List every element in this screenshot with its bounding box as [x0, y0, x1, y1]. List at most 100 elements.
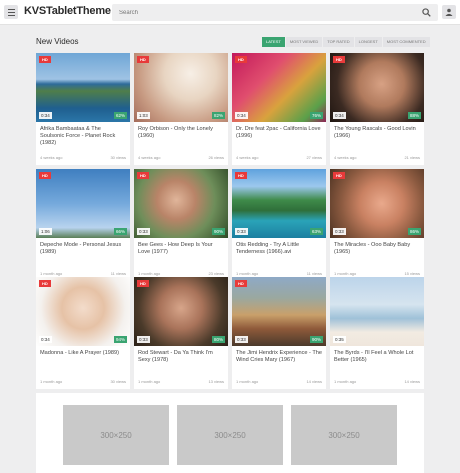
video-age: 1 month ago [40, 271, 63, 276]
video-thumbnail[interactable]: 0:35 [330, 277, 424, 346]
ad-banner[interactable]: 300×250 [63, 405, 169, 465]
video-rating: 63% [309, 228, 323, 235]
video-duration: 0:35 [333, 336, 346, 343]
video-thumbnail[interactable]: HD 0:34 76% [232, 53, 326, 122]
video-card[interactable]: HD 0:33 86% The Miracles - Ooo Baby Baby… [330, 169, 424, 281]
video-views: 30 views [110, 155, 126, 160]
menu-icon-line [7, 14, 15, 16]
video-age: 4 weeks ago [236, 155, 259, 160]
video-duration: 1:06 [39, 228, 52, 235]
video-rating: 88% [407, 112, 421, 119]
video-thumbnail[interactable]: HD 0:34 88% [330, 53, 424, 122]
video-duration: 0:34 [39, 112, 52, 119]
video-age: 1 month ago [236, 271, 259, 276]
video-card[interactable]: HD 0:34 94% Madonna - Like A Prayer (198… [36, 277, 130, 389]
video-views: 11 views [306, 271, 322, 276]
video-title[interactable]: Otis Redding - Try A Little Tenderness (… [236, 242, 322, 256]
video-duration: 0:33 [235, 228, 248, 235]
video-title[interactable]: The Byrds - I'll Feel a Whole Lot Better… [334, 350, 420, 364]
video-views: 14 views [306, 379, 322, 384]
video-age: 1 month ago [236, 379, 259, 384]
video-title[interactable]: Bee Gees - How Deep Is Your Love (1977) [138, 242, 224, 256]
hd-badge: HD [137, 56, 149, 63]
menu-button[interactable] [4, 5, 18, 19]
video-views: 13 views [208, 379, 224, 384]
section-title: New Videos [36, 37, 79, 46]
ad-section: 300×250 300×250 300×250 [36, 393, 424, 473]
video-card[interactable]: HD 1:03 82% Roy Orbison - Only the Lonel… [134, 53, 228, 165]
video-thumbnail[interactable]: HD 0:34 94% [36, 277, 130, 346]
video-views: 11 views [110, 271, 126, 276]
video-age: 1 month ago [138, 271, 161, 276]
video-title[interactable]: Depeche Mode - Personal Jesus (1989) [40, 242, 126, 256]
video-title[interactable]: The Jimi Hendrix Experience - The Wind C… [236, 350, 322, 364]
video-title[interactable]: The Miracles - Ooo Baby Baby (1965) [334, 242, 420, 256]
video-card[interactable]: HD 0:34 76% Dr. Dre feat 2pac - Californ… [232, 53, 326, 165]
menu-icon-line [7, 8, 15, 10]
hd-badge: HD [333, 172, 345, 179]
video-rating: 82% [211, 112, 225, 119]
video-rating: 66% [113, 228, 127, 235]
video-thumbnail[interactable]: HD 0:33 80% [134, 277, 228, 346]
video-card[interactable]: HD 0:33 80% Rod Stewart - Da Ya Think I'… [134, 277, 228, 389]
video-thumbnail[interactable]: HD 0:34 62% [36, 53, 130, 122]
video-card[interactable]: HD 1:06 66% Depeche Mode - Personal Jesu… [36, 169, 130, 281]
hd-badge: HD [235, 172, 247, 179]
video-title[interactable]: Roy Orbison - Only the Lonely (1960) [138, 126, 224, 140]
hd-badge: HD [39, 56, 51, 63]
video-title[interactable]: Madonna - Like A Prayer (1989) [40, 350, 126, 357]
user-account-button[interactable] [442, 5, 456, 19]
video-age: 4 weeks ago [334, 155, 357, 160]
video-duration: 0:34 [235, 112, 248, 119]
video-thumbnail[interactable]: HD 0:33 90% [232, 277, 326, 346]
video-card[interactable]: HD 0:34 62% Afrika Bambaataa & The Souls… [36, 53, 130, 165]
video-thumbnail[interactable]: HD 1:06 66% [36, 169, 130, 238]
video-card[interactable]: HD 0:34 88% The Young Rascals - Good Lov… [330, 53, 424, 165]
video-thumbnail[interactable]: HD 0:33 63% [232, 169, 326, 238]
video-thumbnail[interactable]: HD 0:33 90% [134, 169, 228, 238]
video-views: 30 views [110, 379, 126, 384]
user-icon [445, 8, 453, 16]
search-icon[interactable] [422, 8, 431, 17]
search-input[interactable] [112, 4, 412, 21]
video-duration: 0:33 [235, 336, 248, 343]
video-title[interactable]: Afrika Bambaataa & The Soulsonic Force -… [40, 126, 126, 147]
site-logo[interactable]: KVSTabletTheme [24, 5, 111, 17]
search-bar [112, 4, 438, 21]
video-rating: 62% [113, 112, 127, 119]
video-views: 15 views [404, 271, 420, 276]
video-age: 4 weeks ago [40, 155, 63, 160]
video-title[interactable]: The Young Rascals - Good Lovin (1966) [334, 126, 420, 140]
video-age: 1 month ago [334, 271, 357, 276]
ad-banner[interactable]: 300×250 [177, 405, 283, 465]
hd-badge: HD [137, 280, 149, 287]
tab-longest[interactable]: LONGEST [354, 37, 382, 47]
video-thumbnail[interactable]: HD 1:03 82% [134, 53, 228, 122]
video-duration: 0:34 [333, 112, 346, 119]
video-views: 14 views [404, 379, 420, 384]
video-duration: 0:33 [137, 336, 150, 343]
video-views: 23 views [208, 271, 224, 276]
site-header: KVSTabletTheme [0, 0, 460, 25]
tab-most-commented[interactable]: MOST COMMENTED [382, 37, 430, 47]
hd-badge: HD [39, 172, 51, 179]
tab-most-viewed[interactable]: MOST VIEWED [285, 37, 323, 47]
video-thumbnail[interactable]: HD 0:33 86% [330, 169, 424, 238]
hd-badge: HD [235, 280, 247, 287]
tab-latest[interactable]: LATEST [262, 37, 285, 47]
video-rating: 86% [407, 228, 421, 235]
video-card[interactable]: 0:35 The Byrds - I'll Feel a Whole Lot B… [330, 277, 424, 389]
video-age: 1 month ago [40, 379, 63, 384]
tab-top-rated[interactable]: TOP RATED [323, 37, 354, 47]
video-card[interactable]: HD 0:33 63% Otis Redding - Try A Little … [232, 169, 326, 281]
video-title[interactable]: Rod Stewart - Da Ya Think I'm Sexy (1978… [138, 350, 224, 364]
ad-banner[interactable]: 300×250 [291, 405, 397, 465]
video-card[interactable]: HD 0:33 90% The Jimi Hendrix Experience … [232, 277, 326, 389]
video-rating: 90% [211, 228, 225, 235]
video-rating: 94% [113, 336, 127, 343]
video-title[interactable]: Dr. Dre feat 2pac - California Love (199… [236, 126, 322, 140]
video-views: 21 views [404, 155, 420, 160]
video-age: 4 weeks ago [138, 155, 161, 160]
video-card[interactable]: HD 0:33 90% Bee Gees - How Deep Is Your … [134, 169, 228, 281]
video-duration: 1:03 [137, 112, 150, 119]
